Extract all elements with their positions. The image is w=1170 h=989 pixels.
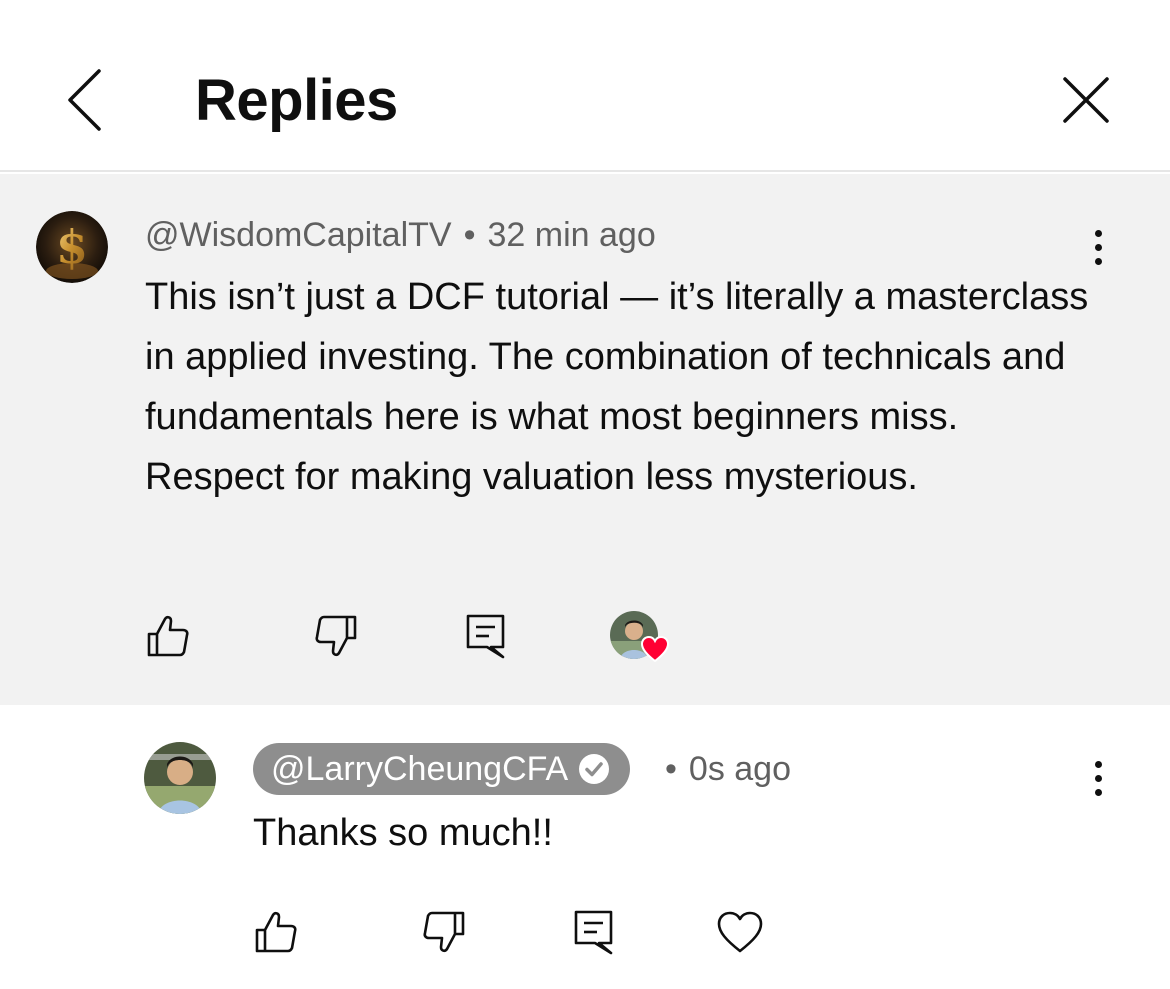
parent-comment: $ @WisdomCapitalTV • 32 min ago This isn’t…	[0, 174, 1170, 705]
comment-meta: • 0s ago	[665, 747, 791, 791]
back-button[interactable]	[50, 62, 120, 138]
chevron-left-icon	[68, 69, 101, 131]
thumbs-down-icon	[423, 911, 465, 953]
comment-text: This isn’t just a DCF tutorial — it’s li…	[145, 276, 1089, 498]
comment-actions	[138, 606, 698, 666]
avatar[interactable]: $	[36, 211, 108, 283]
kebab-dot	[1094, 788, 1102, 796]
verified-check-icon	[579, 754, 610, 784]
comment-text: Thanks so much!!	[253, 812, 553, 854]
kebab-dot	[1094, 243, 1102, 251]
dislike-button[interactable]	[414, 902, 474, 962]
like-button[interactable]	[246, 902, 306, 962]
like-button[interactable]	[138, 606, 198, 666]
kebab-dot	[1094, 774, 1102, 782]
creator-author-chip[interactable]: @LarryCheungCFA	[253, 743, 631, 795]
comment-time: 32 min ago	[487, 216, 656, 254]
meta-separator: •	[665, 750, 677, 788]
kebab-dot	[1094, 229, 1102, 237]
comment-meta: @WisdomCapitalTV • 32 min ago	[145, 213, 656, 257]
creator-heart-badge	[610, 611, 670, 667]
replies-header: Replies	[0, 0, 1170, 172]
reply-button[interactable]	[564, 902, 624, 962]
dislike-button[interactable]	[306, 606, 366, 666]
thumbs-up-icon	[255, 911, 297, 953]
reply-button[interactable]	[456, 606, 516, 666]
more-options-button[interactable]	[1078, 753, 1118, 803]
reply-comment: @LarryCheungCFA • 0s ago Thanks so much!!	[0, 705, 1170, 989]
close-icon	[1063, 77, 1109, 123]
more-options-button[interactable]	[1078, 222, 1118, 272]
heart-outline-icon	[717, 911, 763, 953]
comment-actions	[246, 902, 786, 962]
comment-author: @LarryCheungCFA	[271, 750, 569, 788]
comment-icon	[574, 910, 613, 955]
thumbs-up-icon	[147, 615, 189, 657]
meta-separator: •	[463, 216, 476, 254]
page-title: Replies	[195, 68, 398, 133]
thumbs-down-icon	[315, 615, 357, 657]
kebab-dot	[1094, 257, 1102, 265]
close-button[interactable]	[1050, 62, 1122, 138]
comment-author[interactable]: @WisdomCapitalTV	[145, 216, 452, 254]
dollar-sign-avatar-icon: $	[36, 211, 108, 283]
heart-button[interactable]	[710, 902, 770, 962]
kebab-dot	[1094, 760, 1102, 768]
heart-icon	[640, 635, 670, 663]
avatar[interactable]	[144, 742, 216, 814]
comment-time: 0s ago	[688, 750, 791, 788]
svg-text:$: $	[56, 220, 88, 274]
person-avatar-icon	[144, 742, 216, 814]
comment-icon	[466, 614, 505, 659]
